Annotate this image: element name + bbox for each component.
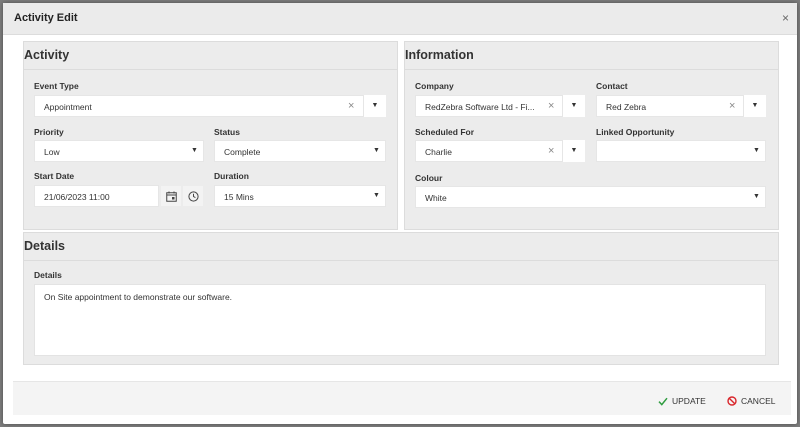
- company-label: Company: [415, 81, 454, 91]
- chevron-down-icon: ▼: [371, 102, 379, 109]
- activity-panel: Activity Event Type Appointment × ▼ Prio…: [23, 41, 398, 230]
- event-type-dropdown-button[interactable]: ▼: [364, 95, 386, 117]
- scheduled-for-value: Charlie: [425, 147, 452, 157]
- chevron-down-icon[interactable]: ▼: [373, 147, 380, 154]
- event-type-value: Appointment: [44, 102, 92, 112]
- contact-label: Contact: [596, 81, 628, 91]
- time-button[interactable]: [183, 186, 203, 206]
- divider: [24, 69, 397, 70]
- priority-label: Priority: [34, 127, 64, 137]
- start-date-label: Start Date: [34, 171, 75, 181]
- colour-value: White: [425, 193, 447, 203]
- scheduled-for-label: Scheduled For: [415, 127, 475, 137]
- scheduled-for-dropdown-button[interactable]: ▼: [563, 140, 585, 162]
- information-panel: Information Company RedZebra Software Lt…: [404, 41, 779, 230]
- cancel-button[interactable]: CANCEL: [727, 396, 775, 406]
- duration-value: 15 Mins: [224, 192, 254, 202]
- clear-icon[interactable]: ×: [548, 100, 554, 112]
- dialog-header: Activity Edit ×: [3, 3, 797, 35]
- update-button[interactable]: UPDATE: [658, 396, 706, 406]
- clock-icon: [187, 190, 199, 202]
- start-date-input[interactable]: 21/06/2023 11:00: [34, 185, 159, 207]
- linked-opportunity-label: Linked Opportunity: [596, 127, 675, 137]
- contact-value: Red Zebra: [606, 102, 647, 112]
- calendar-button[interactable]: [161, 186, 181, 206]
- details-field-label: Details: [34, 270, 62, 280]
- chevron-down-icon[interactable]: ▼: [373, 192, 380, 199]
- event-type-select[interactable]: Appointment ×: [34, 95, 364, 117]
- company-dropdown-button[interactable]: ▼: [563, 95, 585, 117]
- cancel-icon: [727, 396, 737, 406]
- priority-select[interactable]: Low ▼: [34, 140, 204, 162]
- details-textarea[interactable]: On Site appointment to demonstrate our s…: [34, 284, 766, 356]
- colour-label: Colour: [415, 173, 443, 183]
- colour-select[interactable]: White ▼: [415, 186, 766, 208]
- dialog-footer: UPDATE CANCEL: [13, 381, 791, 415]
- chevron-down-icon: ▼: [751, 102, 759, 109]
- close-icon[interactable]: ×: [782, 11, 789, 25]
- event-type-label: Event Type: [34, 81, 79, 91]
- divider: [405, 69, 778, 70]
- status-value: Complete: [224, 147, 261, 157]
- information-panel-title: Information: [405, 48, 474, 62]
- clear-icon[interactable]: ×: [729, 100, 735, 112]
- chevron-down-icon: ▼: [570, 147, 578, 154]
- activity-panel-title: Activity: [24, 48, 70, 62]
- details-text: On Site appointment to demonstrate our s…: [44, 292, 233, 302]
- contact-select[interactable]: Red Zebra ×: [596, 95, 744, 117]
- start-date-value: 21/06/2023 11:00: [44, 192, 110, 202]
- activity-edit-dialog: Activity Edit × Activity Event Type Appo…: [3, 3, 797, 424]
- company-select[interactable]: RedZebra Software Ltd - Fi... ×: [415, 95, 563, 117]
- scheduled-for-select[interactable]: Charlie ×: [415, 140, 563, 162]
- status-select[interactable]: Complete ▼: [214, 140, 386, 162]
- contact-dropdown-button[interactable]: ▼: [744, 95, 766, 117]
- update-button-label: UPDATE: [672, 396, 706, 406]
- details-panel-title: Details: [24, 239, 65, 253]
- linked-opportunity-select[interactable]: ▼: [596, 140, 766, 162]
- clear-icon[interactable]: ×: [348, 100, 354, 112]
- check-icon: [658, 397, 668, 406]
- divider: [24, 260, 778, 261]
- cancel-button-label: CANCEL: [741, 396, 776, 406]
- details-panel: Details Details On Site appointment to d…: [23, 232, 779, 365]
- chevron-down-icon[interactable]: ▼: [753, 147, 760, 154]
- chevron-down-icon[interactable]: ▼: [753, 193, 760, 200]
- duration-select[interactable]: 15 Mins ▼: [214, 185, 386, 207]
- calendar-icon: [165, 191, 177, 202]
- chevron-down-icon: ▼: [570, 102, 578, 109]
- clear-icon[interactable]: ×: [548, 145, 554, 157]
- chevron-down-icon[interactable]: ▼: [191, 147, 198, 154]
- duration-label: Duration: [214, 171, 249, 181]
- company-value: RedZebra Software Ltd - Fi...: [425, 102, 535, 112]
- status-label: Status: [214, 127, 240, 137]
- dialog-title: Activity Edit: [14, 12, 78, 24]
- priority-value: Low: [44, 147, 60, 157]
